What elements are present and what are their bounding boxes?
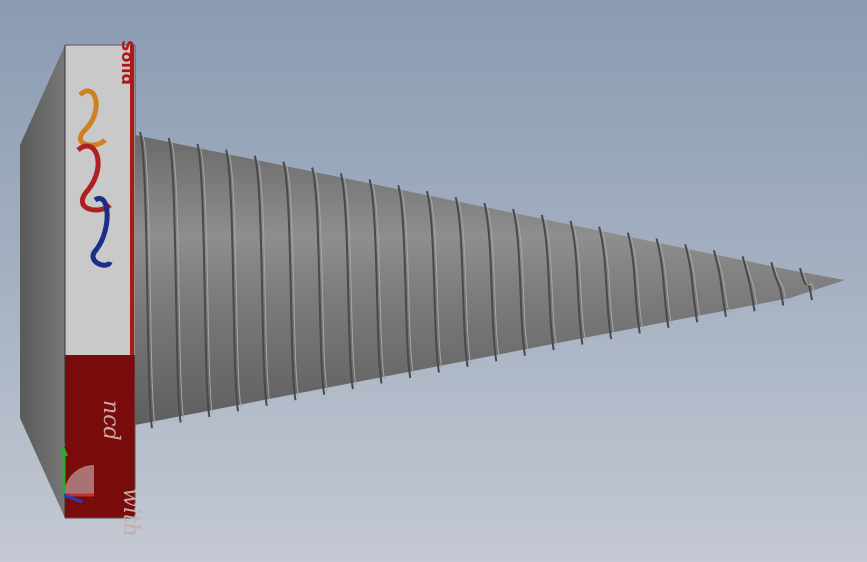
head-caption-text: ncd [98,400,123,441]
model-viewport[interactable]: Solid ncd with Y [0,0,867,562]
head-caption-text-2: with [118,488,143,537]
triad-y-label: Y [58,442,66,455]
head-logo-text: Solid [118,40,137,85]
screw-model[interactable]: Solid ncd with Y [0,0,867,562]
screw-shank [135,135,845,425]
screw-head-face [64,44,136,519]
